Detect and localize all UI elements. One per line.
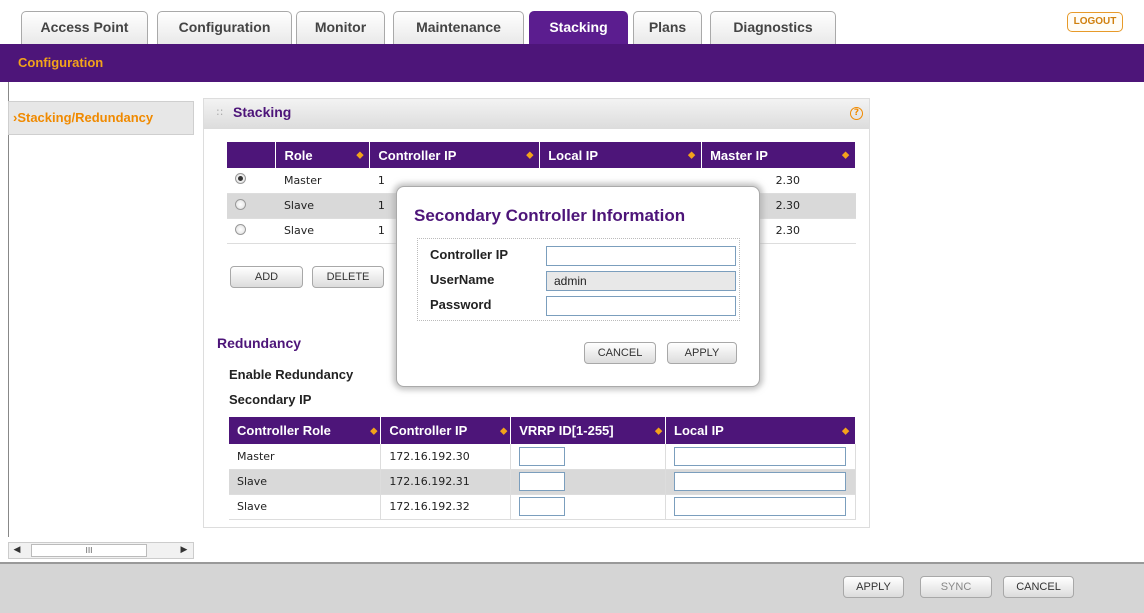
- role-cell: Slave: [275, 193, 370, 219]
- column-label: Local IP: [674, 423, 724, 438]
- controller-role-cell: Slave: [229, 469, 382, 495]
- table-header-row: Controller Role ◆ Controller IP ◆ VRRP ID[…: [229, 417, 856, 444]
- column-header-role[interactable]: Role ◆: [275, 142, 371, 168]
- row-radio-button[interactable]: [235, 198, 246, 210]
- username-input[interactable]: admin: [546, 271, 736, 291]
- table-row: Master 172.16.192.30: [229, 444, 856, 470]
- password-input[interactable]: [546, 296, 736, 316]
- controller-role-cell: Slave: [229, 494, 382, 520]
- redundancy-table: Controller Role ◆ Controller IP ◆ VRRP ID[…: [229, 417, 856, 520]
- row-select-cell: [227, 168, 276, 194]
- bottom-action-bar: APPLY SYNC CANCEL: [0, 562, 1144, 613]
- local-ip-input[interactable]: [674, 497, 846, 516]
- local-ip-input[interactable]: [674, 472, 846, 491]
- column-label: Master IP: [710, 147, 768, 163]
- sort-icon[interactable]: ◆: [370, 425, 377, 436]
- tab-access-point[interactable]: Access Point: [21, 11, 148, 44]
- row-select-cell: [227, 193, 276, 219]
- column-label: Local IP: [548, 147, 599, 163]
- local-ip-cell: [665, 444, 856, 470]
- column-header-master-ip[interactable]: Master IP ◆: [701, 142, 856, 168]
- select-column-header: [227, 142, 277, 168]
- row-select-cell: [227, 218, 276, 244]
- controller-ip-input[interactable]: [546, 246, 736, 266]
- column-header-controller-role[interactable]: Controller Role ◆: [229, 417, 382, 444]
- sort-icon[interactable]: ◆: [500, 425, 507, 436]
- sidebar: [8, 82, 194, 537]
- dialog-cancel-button[interactable]: CANCEL: [584, 342, 656, 364]
- row-radio-button[interactable]: [235, 223, 246, 235]
- dialog-apply-button[interactable]: APPLY: [667, 342, 737, 364]
- delete-button[interactable]: DELETE: [312, 266, 384, 288]
- sync-button[interactable]: SYNC: [920, 576, 992, 598]
- secondary-ip-label: Secondary IP: [229, 392, 312, 407]
- column-label: Controller Role: [237, 423, 331, 438]
- controller-ip-cell: 172.16.192.31: [380, 469, 512, 495]
- column-header-vrrp-id[interactable]: VRRP ID[1-255] ◆: [510, 417, 666, 444]
- local-ip-input[interactable]: [674, 446, 846, 466]
- vrrp-id-input[interactable]: [519, 472, 566, 491]
- secondary-controller-dialog: Secondary Controller Information Control…: [396, 186, 760, 387]
- drag-grip-icon: ::: [216, 105, 224, 118]
- sort-icon[interactable]: ◆: [356, 150, 363, 161]
- apply-button[interactable]: APPLY: [843, 576, 904, 598]
- scroll-left-icon[interactable]: ◀: [10, 543, 24, 558]
- sort-icon[interactable]: ◆: [655, 425, 662, 436]
- tab-configuration[interactable]: Configuration: [157, 11, 292, 44]
- local-ip-cell: [665, 494, 856, 520]
- panel-header: :: Stacking ?: [204, 99, 869, 129]
- sort-icon[interactable]: ◆: [842, 425, 849, 436]
- help-icon[interactable]: ?: [850, 107, 863, 120]
- sort-icon[interactable]: ◆: [688, 150, 695, 161]
- tab-stacking[interactable]: Stacking: [529, 11, 628, 44]
- column-header-local-ip[interactable]: Local IP ◆: [665, 417, 856, 444]
- sub-nav-configuration[interactable]: Configuration: [18, 55, 103, 70]
- column-label: Controller IP: [378, 147, 457, 163]
- dialog-title: Secondary Controller Information: [414, 206, 686, 225]
- column-header-controller-ip[interactable]: Controller IP ◆: [369, 142, 541, 168]
- vrrp-id-cell: [510, 494, 666, 520]
- role-cell: Slave: [275, 218, 370, 244]
- tab-plans[interactable]: Plans: [633, 11, 702, 44]
- controller-role-cell: Master: [229, 444, 382, 470]
- sort-icon[interactable]: ◆: [526, 150, 533, 161]
- row-radio-button[interactable]: [235, 173, 246, 185]
- local-ip-cell: [665, 469, 856, 495]
- sidebar-item-stacking-redundancy[interactable]: ›Stacking/Redundancy: [8, 101, 194, 135]
- tab-maintenance[interactable]: Maintenance: [393, 11, 524, 44]
- controller-ip-cell: 172.16.192.30: [380, 444, 512, 470]
- password-label: Password: [430, 297, 492, 312]
- column-header-controller-ip[interactable]: Controller IP ◆: [380, 417, 512, 444]
- vrrp-id-cell: [510, 444, 666, 470]
- table-row: Slave 172.16.192.31: [229, 469, 856, 495]
- role-cell: Master: [275, 168, 370, 194]
- tab-monitor[interactable]: Monitor: [296, 11, 385, 44]
- username-label: UserName: [430, 272, 495, 287]
- column-label: Role: [284, 147, 313, 163]
- panel-title: Stacking: [233, 104, 292, 120]
- column-header-local-ip[interactable]: Local IP ◆: [539, 142, 703, 168]
- vrrp-id-input[interactable]: [519, 497, 566, 516]
- column-label: Controller IP: [389, 423, 468, 438]
- tab-diagnostics[interactable]: Diagnostics: [710, 11, 836, 44]
- vrrp-id-input[interactable]: [519, 446, 566, 466]
- controller-ip-cell: 172.16.192.32: [380, 494, 512, 520]
- table-header-row: Role ◆ Controller IP ◆ Local IP ◆ Master IP…: [227, 142, 856, 168]
- dialog-form: Controller IP UserName admin Password: [417, 238, 740, 321]
- sidebar-horizontal-scrollbar[interactable]: ◀ III ▶: [8, 542, 194, 559]
- top-tab-bar: Access Point Configuration Monitor Maint…: [0, 0, 1144, 44]
- scroll-thumb[interactable]: III: [31, 544, 147, 557]
- logout-button[interactable]: LOGOUT: [1067, 12, 1123, 32]
- enable-redundancy-label: Enable Redundancy: [229, 367, 354, 382]
- column-label: VRRP ID[1-255]: [519, 423, 614, 438]
- sub-navigation-bar: Configuration: [0, 44, 1144, 82]
- scroll-right-icon[interactable]: ▶: [177, 543, 191, 558]
- cancel-button[interactable]: CANCEL: [1003, 576, 1074, 598]
- table-row: Slave 172.16.192.32: [229, 494, 856, 520]
- controller-ip-label: Controller IP: [430, 247, 509, 262]
- redundancy-section-title: Redundancy: [217, 335, 302, 351]
- add-button[interactable]: ADD: [230, 266, 303, 288]
- vrrp-id-cell: [510, 469, 666, 495]
- sort-icon[interactable]: ◆: [842, 150, 849, 161]
